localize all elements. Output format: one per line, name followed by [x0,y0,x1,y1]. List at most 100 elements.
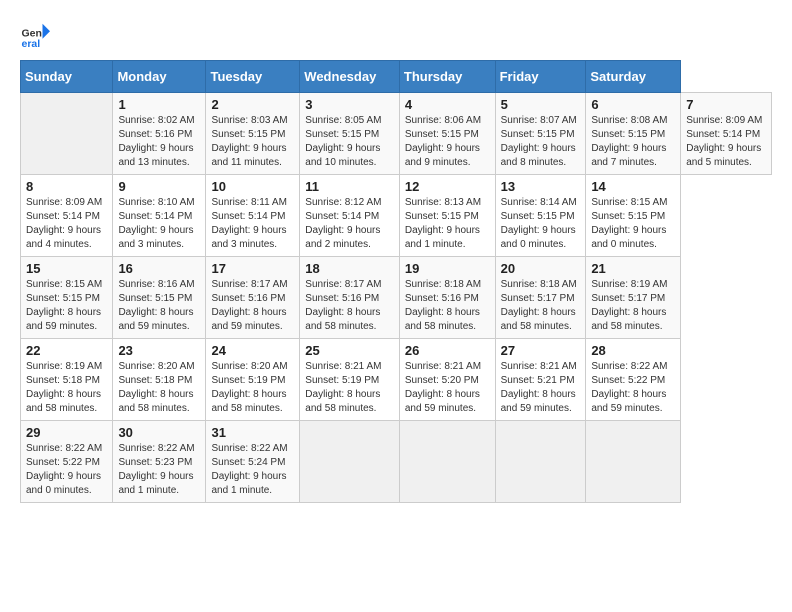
day-info: Sunrise: 8:06 AMSunset: 5:15 PMDaylight:… [405,114,490,170]
day-info: Sunrise: 8:17 AMSunset: 5:16 PMDaylight:… [211,278,294,334]
day-number: 18 [305,261,394,276]
day-number: 14 [591,179,675,194]
calendar-cell: 3Sunrise: 8:05 AMSunset: 5:15 PMDaylight… [300,93,400,175]
svg-text:eral: eral [22,38,41,50]
day-info: Sunrise: 8:10 AMSunset: 5:14 PMDaylight:… [118,196,200,252]
day-info: Sunrise: 8:15 AMSunset: 5:15 PMDaylight:… [26,278,107,334]
day-number: 9 [118,179,200,194]
day-of-week-header: Monday [113,61,206,93]
calendar-cell: 9 Sunrise: 8:10 AMSunset: 5:14 PMDaylight… [113,175,206,257]
day-number: 13 [501,179,581,194]
logo-icon: Gen eral [20,20,50,50]
day-info: Sunrise: 8:21 AMSunset: 5:20 PMDaylight:… [405,360,490,416]
calendar-cell: 12 Sunrise: 8:13 AMSunset: 5:15 PMDayligh… [399,175,495,257]
calendar-cell: 15 Sunrise: 8:15 AMSunset: 5:15 PMDayligh… [21,257,113,339]
day-info: Sunrise: 8:18 AMSunset: 5:16 PMDaylight:… [405,278,490,334]
calendar-cell: 17Sunrise: 8:17 AMSunset: 5:16 PMDayligh… [206,257,300,339]
day-number: 27 [501,343,581,358]
calendar-week-row: 1 Sunrise: 8:02 AMSunset: 5:16 PMDaylight… [21,93,772,175]
calendar-cell: 28 Sunrise: 8:22 AMSunset: 5:22 PMDayligh… [586,339,681,421]
calendar-week-row: 29 Sunrise: 8:22 AMSunset: 5:22 PMDayligh… [21,421,772,503]
day-info: Sunrise: 8:16 AMSunset: 5:15 PMDaylight:… [118,278,200,334]
day-number: 1 [118,97,200,112]
calendar-cell: 19 Sunrise: 8:18 AMSunset: 5:16 PMDayligh… [399,257,495,339]
calendar-cell: 23 Sunrise: 8:20 AMSunset: 5:18 PMDayligh… [113,339,206,421]
calendar-cell: 22Sunrise: 8:19 AMSunset: 5:18 PMDayligh… [21,339,113,421]
day-of-week-header: Wednesday [300,61,400,93]
day-info: Sunrise: 8:22 AMSunset: 5:23 PMDaylight:… [118,442,200,498]
calendar-cell [399,421,495,503]
day-of-week-header: Sunday [21,61,113,93]
calendar-cell: 1 Sunrise: 8:02 AMSunset: 5:16 PMDaylight… [113,93,206,175]
calendar-cell: 14 Sunrise: 8:15 AMSunset: 5:15 PMDayligh… [586,175,681,257]
calendar-cell [21,93,113,175]
calendar-cell: 21 Sunrise: 8:19 AMSunset: 5:17 PMDayligh… [586,257,681,339]
day-of-week-header: Friday [495,61,586,93]
day-number: 6 [591,97,675,112]
calendar-cell: 5Sunrise: 8:07 AMSunset: 5:15 PMDaylight… [495,93,586,175]
day-number: 8 [26,179,107,194]
day-info: Sunrise: 8:20 AMSunset: 5:18 PMDaylight:… [118,360,200,416]
day-number: 25 [305,343,394,358]
page-header: Gen eral [20,20,772,50]
calendar-week-row: 8 Sunrise: 8:09 AMSunset: 5:14 PMDaylight… [21,175,772,257]
day-info: Sunrise: 8:19 AMSunset: 5:17 PMDaylight:… [591,278,675,334]
calendar-cell: 8 Sunrise: 8:09 AMSunset: 5:14 PMDaylight… [21,175,113,257]
day-of-week-header: Saturday [586,61,681,93]
day-info: Sunrise: 8:21 AMSunset: 5:19 PMDaylight:… [305,360,394,416]
day-number: 31 [211,425,294,440]
day-number: 28 [591,343,675,358]
day-info: Sunrise: 8:12 AMSunset: 5:14 PMDaylight:… [305,196,394,252]
day-number: 10 [211,179,294,194]
day-info: Sunrise: 8:22 AMSunset: 5:22 PMDaylight:… [26,442,107,498]
day-number: 15 [26,261,107,276]
day-number: 24 [211,343,294,358]
calendar-table: SundayMondayTuesdayWednesdayThursdayFrid… [20,60,772,503]
day-info: Sunrise: 8:07 AMSunset: 5:15 PMDaylight:… [501,114,581,170]
calendar-cell: 7Sunrise: 8:09 AMSunset: 5:14 PMDaylight… [681,93,772,175]
calendar-cell: 25 Sunrise: 8:21 AMSunset: 5:19 PMDayligh… [300,339,400,421]
day-info: Sunrise: 8:14 AMSunset: 5:15 PMDaylight:… [501,196,581,252]
day-number: 7 [686,97,766,112]
calendar-cell: 16Sunrise: 8:16 AMSunset: 5:15 PMDayligh… [113,257,206,339]
logo: Gen eral [20,20,54,50]
day-number: 19 [405,261,490,276]
calendar-body: 1 Sunrise: 8:02 AMSunset: 5:16 PMDaylight… [21,93,772,503]
day-info: Sunrise: 8:17 AMSunset: 5:16 PMDaylight:… [305,278,394,334]
day-info: Sunrise: 8:18 AMSunset: 5:17 PMDaylight:… [501,278,581,334]
header-row: SundayMondayTuesdayWednesdayThursdayFrid… [21,61,772,93]
day-number: 11 [305,179,394,194]
day-info: Sunrise: 8:22 AMSunset: 5:22 PMDaylight:… [591,360,675,416]
day-number: 2 [211,97,294,112]
calendar-cell: 10 Sunrise: 8:11 AMSunset: 5:14 PMDayligh… [206,175,300,257]
calendar-cell: 27Sunrise: 8:21 AMSunset: 5:21 PMDayligh… [495,339,586,421]
day-info: Sunrise: 8:03 AMSunset: 5:15 PMDaylight:… [211,114,294,170]
day-info: Sunrise: 8:15 AMSunset: 5:15 PMDaylight:… [591,196,675,252]
calendar-cell: 11 Sunrise: 8:12 AMSunset: 5:14 PMDayligh… [300,175,400,257]
calendar-header: SundayMondayTuesdayWednesdayThursdayFrid… [21,61,772,93]
day-number: 23 [118,343,200,358]
day-info: Sunrise: 8:02 AMSunset: 5:16 PMDaylight:… [118,114,200,170]
day-number: 26 [405,343,490,358]
day-number: 21 [591,261,675,276]
day-info: Sunrise: 8:11 AMSunset: 5:14 PMDaylight:… [211,196,294,252]
calendar-cell: 31Sunrise: 8:22 AMSunset: 5:24 PMDayligh… [206,421,300,503]
calendar-cell [495,421,586,503]
day-number: 12 [405,179,490,194]
day-info: Sunrise: 8:09 AMSunset: 5:14 PMDaylight:… [26,196,107,252]
calendar-cell: 30 Sunrise: 8:22 AMSunset: 5:23 PMDayligh… [113,421,206,503]
calendar-cell: 20 Sunrise: 8:18 AMSunset: 5:17 PMDayligh… [495,257,586,339]
calendar-cell [586,421,681,503]
day-number: 29 [26,425,107,440]
day-number: 3 [305,97,394,112]
day-info: Sunrise: 8:13 AMSunset: 5:15 PMDaylight:… [405,196,490,252]
day-of-week-header: Thursday [399,61,495,93]
calendar-cell: 6Sunrise: 8:08 AMSunset: 5:15 PMDaylight… [586,93,681,175]
day-number: 30 [118,425,200,440]
day-number: 20 [501,261,581,276]
day-number: 22 [26,343,107,358]
calendar-cell [300,421,400,503]
calendar-week-row: 15 Sunrise: 8:15 AMSunset: 5:15 PMDayligh… [21,257,772,339]
calendar-week-row: 22Sunrise: 8:19 AMSunset: 5:18 PMDayligh… [21,339,772,421]
calendar-cell: 24Sunrise: 8:20 AMSunset: 5:19 PMDayligh… [206,339,300,421]
